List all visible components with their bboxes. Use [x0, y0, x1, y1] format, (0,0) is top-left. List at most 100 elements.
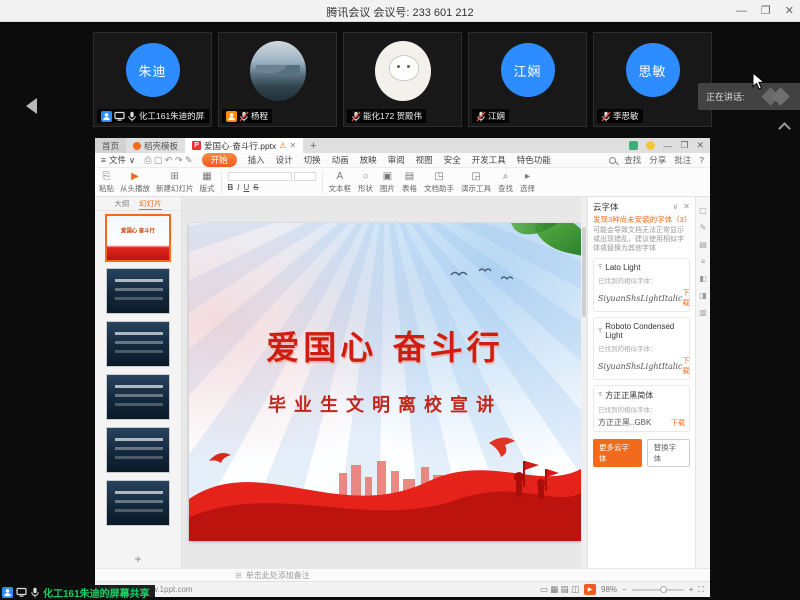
ribbon-tab-切换[interactable]: 切换 — [304, 154, 321, 166]
participant-tile[interactable]: 朱迪化工161朱迪的屏幕共享 — [93, 32, 212, 127]
ribbon-tab-安全[interactable]: 安全 — [444, 154, 461, 166]
ribbon-tab-插入[interactable]: 插入 — [248, 154, 265, 166]
format-b-button[interactable]: B — [228, 183, 234, 192]
notes-bar[interactable]: ⊞ 单击此处添加备注 — [95, 568, 710, 581]
mic-off-icon — [239, 111, 249, 122]
tools-button[interactable]: ◲演示工具 — [461, 171, 491, 194]
current-slide[interactable]: 爱国心 奋斗行 毕业生文明离校宣讲 — [189, 223, 581, 541]
play-button[interactable]: ▶从头播放 — [120, 171, 150, 194]
split-icon[interactable]: ◧ — [699, 275, 707, 283]
slide-thumbnail-6[interactable] — [106, 480, 170, 526]
ppt-file-icon: P — [192, 141, 201, 150]
collapse-video-strip-button[interactable] — [780, 120, 790, 130]
participant-tile[interactable]: 能化172 贺殿伟 — [343, 32, 462, 127]
picture-button[interactable]: ▣图片 — [380, 171, 395, 194]
shape-button[interactable]: ○形状 — [358, 171, 373, 194]
download-font-button[interactable]: 下载 — [682, 288, 689, 308]
wps-home-tab[interactable]: 首页 — [95, 138, 126, 153]
slide-title[interactable]: 爱国心 奋斗行 — [189, 321, 581, 369]
clipboard-button[interactable]: ⎘粘贴 — [99, 171, 114, 194]
more-cloud-fonts-button[interactable]: 更多云字体 — [593, 439, 642, 467]
list-icon[interactable]: ≡ — [701, 258, 706, 266]
close-button[interactable]: ✕ — [785, 3, 794, 19]
add-slide-button[interactable]: + — [95, 552, 181, 566]
new-slide-button[interactable]: ⊞新建幻灯片 — [156, 171, 194, 194]
zoom-in-button[interactable]: + — [689, 585, 694, 594]
share-button[interactable]: 分享 — [649, 154, 666, 166]
wps-document-tab[interactable]: P 爱国心·奋斗行.pptx ⚠ ✕ — [185, 138, 303, 153]
format-i-button[interactable]: I — [237, 183, 239, 192]
wps-minimize-button[interactable]: — — [663, 141, 672, 151]
ribbon-tab-审阅[interactable]: 审阅 — [388, 154, 405, 166]
participant-tile[interactable]: 杨程 — [218, 32, 337, 127]
search-icon[interactable] — [609, 157, 616, 164]
wps-template-tab[interactable]: 稻壳模板 — [126, 138, 185, 153]
ribbon-tab-视图[interactable]: 视图 — [416, 154, 433, 166]
slide-thumbnail-1[interactable] — [106, 215, 170, 261]
find-button[interactable]: 查找 — [624, 154, 641, 166]
wps-restore-button[interactable]: ❐ — [680, 140, 688, 151]
properties-icon[interactable]: ▢ — [699, 207, 707, 215]
assistant-button[interactable]: ◳文档助手 — [424, 171, 454, 194]
zoom-out-button[interactable]: − — [622, 585, 627, 594]
font-size-input[interactable] — [294, 172, 316, 181]
previous-videos-button[interactable] — [26, 98, 37, 114]
fit-slide-button[interactable]: ⛶ — [698, 585, 704, 595]
panel-tab-幻灯片[interactable]: 幻灯片 — [139, 198, 162, 210]
screen-share-icon — [114, 111, 125, 122]
participant-tile[interactable]: 江娴江娴 — [468, 32, 587, 127]
view-mode-buttons[interactable]: ▭ ▦ ▤ ◫ — [540, 584, 579, 595]
download-font-button[interactable]: 下载 — [671, 418, 685, 428]
quick-access-toolbar[interactable]: ⎙ ▢ ↶ ↷ ✎ — [144, 155, 192, 166]
ribbon-tab-开始[interactable]: 开始 — [202, 153, 237, 167]
comment-button[interactable]: 批注 — [674, 154, 691, 166]
ribbon-tab-特色功能[interactable]: 特色功能 — [517, 154, 551, 166]
slide-thumbnail-2[interactable] — [106, 268, 170, 314]
participant-tile[interactable]: 思敏李思敏 — [593, 32, 712, 127]
slide-subtitle[interactable]: 毕业生文明离校宣讲 — [189, 391, 581, 417]
slide-thumbnail-4[interactable] — [106, 374, 170, 420]
ribbon-tab-设计[interactable]: 设计 — [276, 154, 293, 166]
wps-close-button[interactable]: ✕ — [696, 140, 704, 151]
account-avatar[interactable] — [629, 141, 638, 150]
slide-canvas[interactable]: 爱国心 奋斗行 毕业生文明离校宣讲 — [182, 197, 587, 568]
mic-on-icon — [127, 111, 137, 122]
layout-icon[interactable]: ▤ — [699, 241, 707, 249]
help-button[interactable]: ? — [699, 155, 704, 165]
download-font-button[interactable]: 下载 — [682, 356, 689, 376]
meeting-titlebar: 腾讯会议 会议号: 233 601 212 — ❐ ✕ — [0, 0, 800, 22]
panel-tab-大纲[interactable]: 大纲 — [114, 198, 129, 209]
search-button[interactable]: ⌕查找 — [498, 171, 513, 194]
panel-collapse-icon[interactable]: ∨ — [672, 202, 678, 211]
panel-close-icon[interactable]: ✕ — [683, 202, 690, 211]
minimize-button[interactable]: — — [736, 3, 747, 19]
missing-fonts-warning: 发现3种尚未安装的字体（3） — [593, 215, 690, 224]
select-button[interactable]: ▸选择 — [520, 171, 535, 194]
ribbon-tab-放映[interactable]: 放映 — [360, 154, 377, 166]
slide-thumbnail-3[interactable] — [106, 321, 170, 367]
restore-button[interactable]: ❐ — [761, 3, 771, 19]
file-menu-button[interactable]: ≡ 文件 ∨ — [101, 154, 135, 166]
member-icon[interactable] — [646, 141, 655, 150]
zoom-slider[interactable] — [632, 589, 684, 591]
table-button[interactable]: ▤表格 — [402, 171, 417, 194]
slideshow-play-button[interactable]: ▶ — [584, 584, 596, 595]
mic-icon — [30, 587, 40, 598]
format-s-button[interactable]: S — [253, 183, 258, 192]
notes-placeholder[interactable]: 单击此处添加备注 — [246, 570, 310, 581]
right-tool-strip[interactable]: ▢ ✎ ▤ ≡ ◧ ◨ ▥ — [695, 197, 710, 568]
grid-icon[interactable]: ▥ — [699, 309, 707, 317]
close-document-icon[interactable]: ✕ — [289, 141, 296, 150]
layout-button[interactable]: ▦版式 — [200, 171, 215, 194]
new-document-tab-button[interactable]: + — [303, 138, 323, 153]
ribbon-tab-开发工具[interactable]: 开发工具 — [472, 154, 506, 166]
slide-thumbnail-5[interactable] — [106, 427, 170, 473]
replace-font-button[interactable]: 替换字体 — [647, 439, 690, 467]
textbox-button[interactable]: A文本框 — [329, 171, 352, 194]
font-name-input[interactable] — [228, 172, 292, 181]
ribbon-tab-动画[interactable]: 动画 — [332, 154, 349, 166]
outline-slides-tabs: 大纲幻灯片 — [95, 197, 181, 211]
panel-icon[interactable]: ◨ — [699, 292, 707, 300]
edit-icon[interactable]: ✎ — [700, 224, 707, 232]
format-u-button[interactable]: U — [244, 183, 250, 192]
